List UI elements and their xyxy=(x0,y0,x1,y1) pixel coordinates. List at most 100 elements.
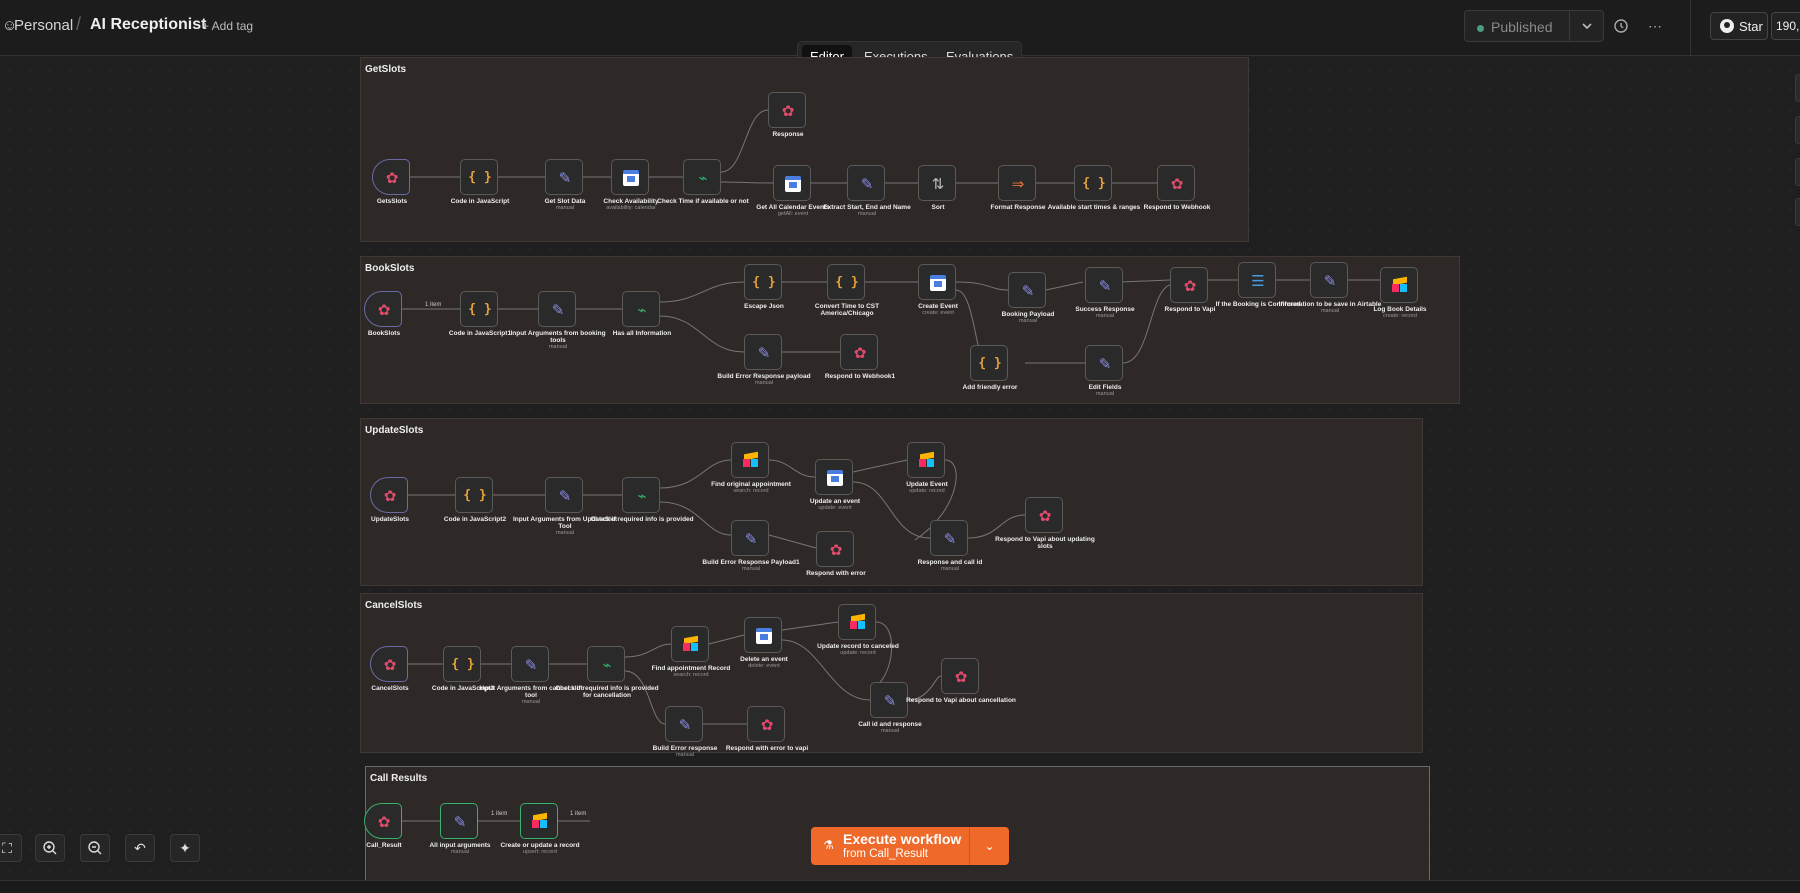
node-code-in-javascript2[interactable]: { } Code in JavaScript2 xyxy=(444,477,506,523)
node-label: Add friendly error xyxy=(962,384,1018,391)
node-label: Create Event xyxy=(918,303,958,310)
edit-fields-icon: ✎ xyxy=(744,530,758,548)
google-calendar-icon xyxy=(816,460,854,496)
node-create-or-update-record[interactable]: Create or update a record upsert: record xyxy=(500,803,580,855)
node-available-start-times[interactable]: { } Available start times & ranges xyxy=(1048,165,1140,211)
edge-label: 1 item xyxy=(570,811,587,817)
zoom-out-icon xyxy=(88,841,102,855)
code-icon: { } xyxy=(752,275,776,290)
node-response[interactable]: ✿ Response xyxy=(768,92,806,138)
edit-fields-icon: ✎ xyxy=(678,716,692,734)
node-sub: manual xyxy=(555,530,575,536)
node-respond-to-vapi-updating[interactable]: ✿ Respond to Vapi about updating slots xyxy=(995,497,1095,550)
node-extract-start-end-name[interactable]: ✎ Extract Start, End and Name manual xyxy=(823,165,911,217)
node-has-all-information[interactable]: ⌁ Has all Information xyxy=(613,291,671,337)
node-edit-fields[interactable]: ✎ Edit Fields manual xyxy=(1085,345,1123,397)
zoom-in-button[interactable] xyxy=(35,834,65,862)
execute-options-button[interactable]: ⌄ xyxy=(969,827,1009,865)
node-label: Success Response xyxy=(1075,306,1135,313)
node-call-result[interactable]: ✿ Call_Result xyxy=(364,803,402,849)
node-code-in-javascript3[interactable]: { } Code in JavaScript3 xyxy=(432,646,494,692)
chevron-down-icon: ⌄ xyxy=(984,839,995,853)
node-format-response[interactable]: ⇒ Format Response xyxy=(991,165,1045,211)
node-sub: manual xyxy=(548,344,568,350)
tidy-up-button[interactable]: ✦ xyxy=(170,834,200,862)
node-label: Delete an event xyxy=(740,656,788,663)
node-update-event-record[interactable]: Update Event update: record xyxy=(906,442,948,494)
airtable-icon xyxy=(839,605,877,641)
node-input-arguments-update[interactable]: ✎ Input Arguments from UpdateSlot Tool man… xyxy=(513,477,617,536)
node-update-record-canceled[interactable]: Update record to canceled update: record xyxy=(817,604,899,656)
node-respond-with-error[interactable]: ✿ Respond with error xyxy=(806,531,866,577)
google-calendar-icon xyxy=(774,166,812,202)
node-create-event[interactable]: Create Event create: event xyxy=(918,264,958,316)
webhook-icon: ✿ xyxy=(829,541,843,559)
flask-icon: ⚗ xyxy=(823,838,834,852)
node-check-required-info[interactable]: ⌁ Check if required info is provided xyxy=(590,477,694,523)
edge-label: 1 item xyxy=(491,811,508,817)
node-sub: delete: event xyxy=(748,663,780,669)
status-bar xyxy=(0,880,1800,893)
node-all-input-arguments[interactable]: ✎ All input arguments manual xyxy=(429,803,491,855)
node-label: Convert Time to CST America/Chicago xyxy=(814,303,880,317)
workflow-editor: ☺ Personal / AI Receptionist + Add tag P… xyxy=(0,0,1800,893)
zoom-out-button[interactable] xyxy=(80,834,110,862)
node-update-an-event[interactable]: Update an event update: event xyxy=(810,459,860,511)
node-label: CancelSlots xyxy=(371,685,409,692)
code-icon: { } xyxy=(451,657,475,672)
node-respond-to-vapi-cancellation[interactable]: ✿ Respond to Vapi about cancellation xyxy=(906,658,1016,704)
node-success-response[interactable]: ✎ Success Response manual xyxy=(1075,267,1135,319)
node-sub: manual xyxy=(521,699,541,705)
node-check-time[interactable]: ⌁ Check Time if available or not xyxy=(657,159,749,205)
node-information-airtable[interactable]: ✎ Information to be save in Airtable manua… xyxy=(1279,262,1381,314)
node-code-in-javascript1[interactable]: { } Code in JavaScript1 xyxy=(449,291,511,337)
node-respond-to-webhook[interactable]: ✿ Respond to Webhook xyxy=(1144,165,1210,211)
node-delete-an-event[interactable]: Delete an event delete: event xyxy=(740,617,788,669)
fit-view-button[interactable]: ⛶ xyxy=(0,834,22,862)
node-find-original-appointment[interactable]: Find original appointment search: record xyxy=(711,442,791,494)
node-code-in-javascript[interactable]: { } Code in JavaScript xyxy=(451,159,509,205)
node-build-error-payload1[interactable]: ✎ Build Error Response Payload1 manual xyxy=(702,520,800,572)
node-cancelslots[interactable]: ✿ CancelSlots xyxy=(370,646,409,692)
node-label: Update record to canceled xyxy=(817,643,899,650)
node-label: GetsSlots xyxy=(376,198,408,205)
node-check-required-info-cancel[interactable]: ⌁ Check if required info is provided for … xyxy=(555,646,659,699)
node-updateslots[interactable]: ✿ UpdateSlots xyxy=(370,477,409,523)
node-sort[interactable]: ⇅ Sort xyxy=(918,165,956,211)
node-label: Build Error Response Payload1 xyxy=(702,559,800,566)
node-getsslots[interactable]: ✿ GetsSlots xyxy=(372,159,410,205)
node-label: Respond to Webhook xyxy=(1143,204,1211,211)
node-call-id-and-response[interactable]: ✎ Call id and response manual xyxy=(858,682,922,734)
node-sub: manual xyxy=(880,728,900,734)
node-label: Booking Payload xyxy=(1001,311,1055,318)
node-input-arguments-cancel[interactable]: ✎ Input Arguments from cancel slot tool ma… xyxy=(479,646,583,705)
node-booking-payload[interactable]: ✎ Booking Payload manual xyxy=(1002,272,1054,324)
node-check-availability[interactable]: Check Availability availability: calendar xyxy=(603,159,659,211)
edit-fields-icon: ✎ xyxy=(1021,282,1035,300)
node-label: Code in JavaScript2 xyxy=(443,516,507,523)
node-label: Log Book Details xyxy=(1373,306,1427,313)
node-respond-to-webhook1[interactable]: ✿ Respond to Webhook1 xyxy=(825,334,895,380)
node-escape-json[interactable]: { } Escape Json xyxy=(744,264,784,310)
node-get-slot-data[interactable]: ✎ Get Slot Data manual xyxy=(545,159,585,211)
node-sub: update: event xyxy=(818,505,852,511)
node-log-book-details[interactable]: Log Book Details create: record xyxy=(1373,267,1427,319)
node-build-error-response-payload[interactable]: ✎ Build Error Response payload manual xyxy=(717,334,811,386)
node-input-arguments-booking[interactable]: ✎ Input Arguments from booking tools manua… xyxy=(510,291,606,350)
node-respond-to-vapi[interactable]: ✿ Respond to Vapi xyxy=(1165,267,1215,313)
node-if-booking-confirmed[interactable]: ☰ If the Booking is Confirmed xyxy=(1216,262,1300,308)
node-respond-with-error-to-vapi[interactable]: ✿ Respond with error to vapi xyxy=(726,706,808,752)
node-build-error-response[interactable]: ✎ Build Error response manual xyxy=(653,706,717,758)
node-bookslots[interactable]: ✿ BookSlots xyxy=(364,291,402,337)
code-icon: { } xyxy=(978,356,1002,371)
node-add-friendly-error[interactable]: { } Add friendly error xyxy=(963,345,1017,391)
undo-button[interactable]: ↶ xyxy=(125,834,155,862)
node-label: Edit Fields xyxy=(1088,384,1122,391)
node-find-appointment-record[interactable]: Find appointment Record search: record xyxy=(652,626,730,678)
node-response-and-call-id[interactable]: ✎ Response and call id manual xyxy=(918,520,982,572)
airtable-icon xyxy=(908,443,946,479)
node-label: Call id and response xyxy=(858,721,922,728)
node-get-all-calendar-events[interactable]: Get All Calendar Events getAll: event xyxy=(756,165,830,217)
node-convert-time-cst[interactable]: { } Convert Time to CST America/Chicago xyxy=(815,264,879,317)
execute-workflow-button[interactable]: ⚗ Execute workflow from Call_Result ⌄ xyxy=(811,827,1009,865)
